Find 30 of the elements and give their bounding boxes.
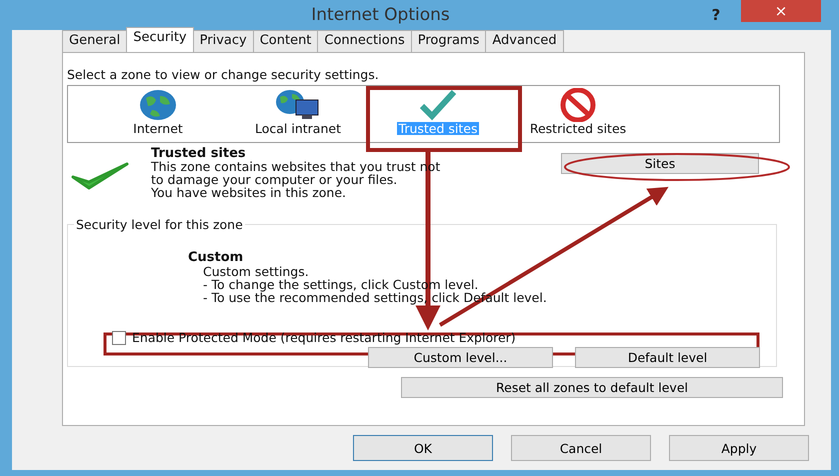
tab[interactable]: Privacy <box>192 30 254 52</box>
reset-button[interactable]: Reset all zones to default level <box>401 377 783 398</box>
level-description: Custom settings. <box>203 265 310 278</box>
tab[interactable]: Content <box>252 30 318 52</box>
tab[interactable]: Advanced <box>485 30 564 52</box>
zone-item[interactable]: Restricted sites <box>521 122 635 135</box>
zone-prompt: Select a zone to view or change security settings. <box>67 67 380 82</box>
window-title: Internet Options <box>310 5 451 25</box>
zone-item[interactable]: Internet <box>131 122 185 135</box>
tab[interactable]: General <box>62 30 128 52</box>
dialog-button[interactable]: OK <box>353 435 493 461</box>
dialog-button[interactable]: Cancel <box>511 435 651 461</box>
level-button[interactable]: Custom level... <box>368 347 553 368</box>
close-button[interactable]: × <box>741 0 821 22</box>
level-button[interactable]: Default level <box>575 347 760 368</box>
dialog-button[interactable]: Apply <box>669 435 809 461</box>
tab[interactable]: Connections <box>317 30 412 52</box>
tab[interactable]: Programs <box>410 30 486 52</box>
no-entry-icon <box>558 88 598 122</box>
checkmark-icon <box>418 88 458 122</box>
help-button[interactable]: ? <box>701 6 731 24</box>
level-name: Custom <box>188 250 244 265</box>
checkbox[interactable] <box>112 330 126 344</box>
globe-icon <box>138 88 178 122</box>
zone-title: Trusted sites <box>151 147 247 160</box>
sites-button[interactable]: Sites <box>561 153 759 174</box>
zone-status: You have websites in this zone. <box>151 186 346 199</box>
zone-item[interactable]: Local intranet <box>253 122 343 135</box>
group-legend: Security level for this zone <box>74 217 245 232</box>
tab[interactable]: Security <box>126 27 194 52</box>
